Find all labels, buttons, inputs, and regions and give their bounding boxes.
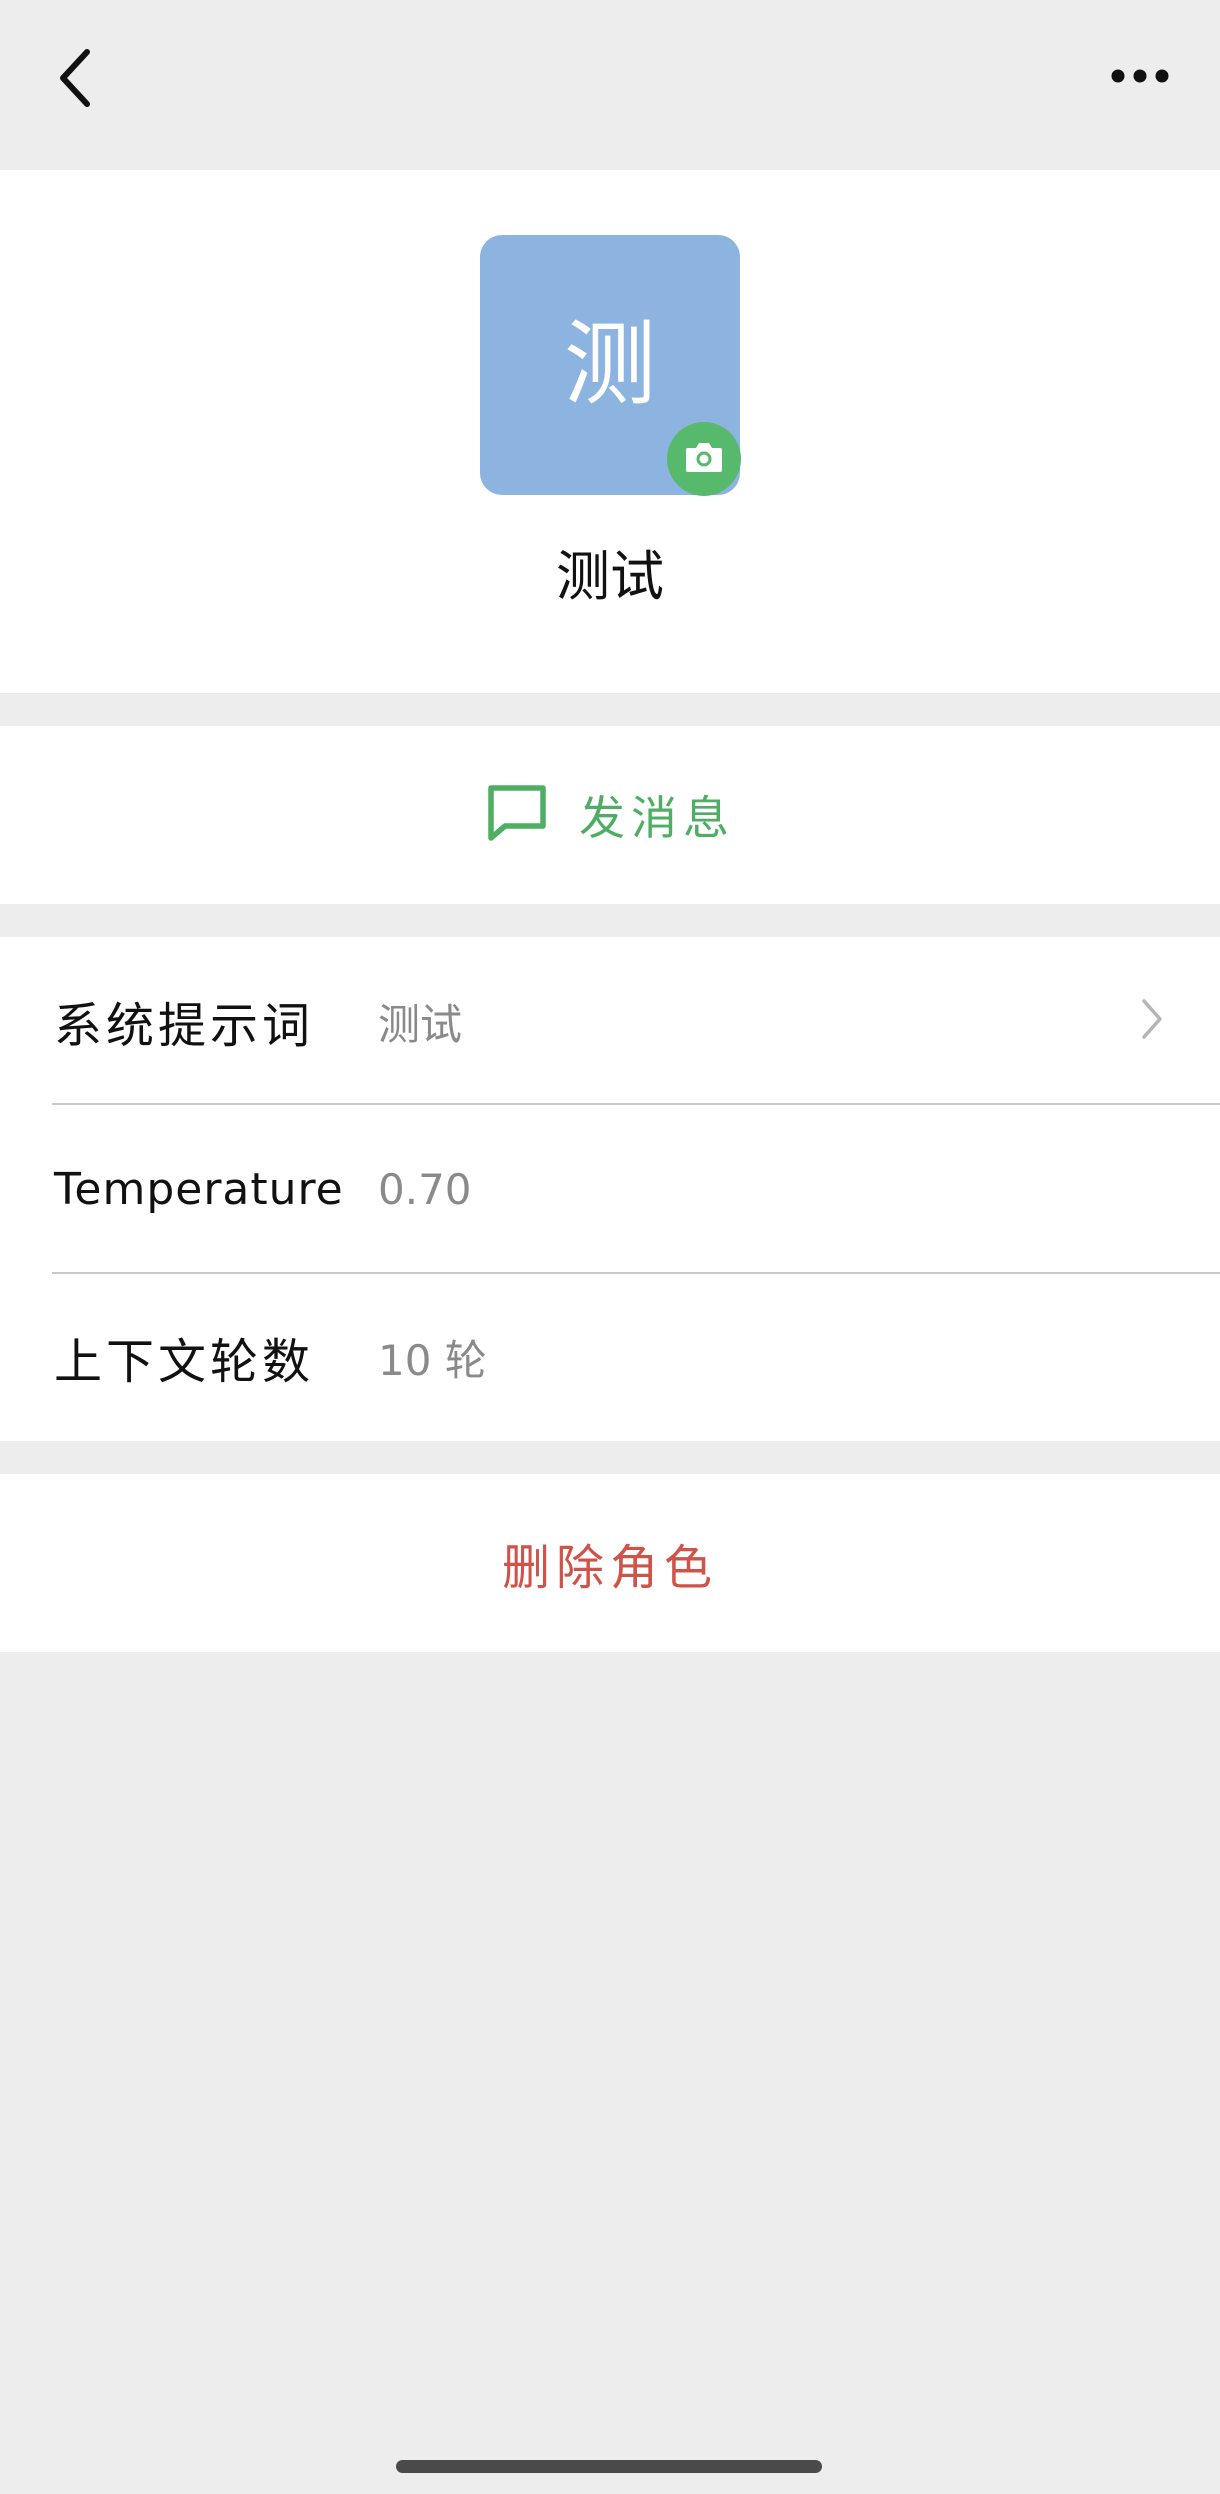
system-prompt-row[interactable]: 系统提示词 测试 [0, 937, 1220, 1105]
send-message-label: 发消息 [579, 791, 735, 845]
avatar[interactable]: 测 [480, 235, 741, 496]
context-rounds-value: 10 轮 [378, 1335, 487, 1385]
more-options-button[interactable] [1100, 48, 1180, 108]
message-square-icon [485, 782, 549, 848]
delete-character-label: 删除角色 [501, 1540, 718, 1596]
system-prompt-label: 系统提示词 [54, 998, 315, 1054]
profile-card: 测 测试 [0, 170, 1220, 693]
temperature-label: Temperature [54, 1163, 344, 1215]
send-message-button[interactable]: 发消息 [0, 726, 1220, 904]
delete-character-button[interactable]: 删除角色 [0, 1474, 1220, 1652]
camera-icon [684, 440, 724, 478]
back-button[interactable] [40, 40, 110, 120]
chevron-right-icon [1140, 997, 1164, 1045]
top-bar [0, 0, 1220, 170]
change-avatar-button[interactable] [667, 422, 741, 496]
context-rounds-row[interactable]: 上下文轮数 10 轮 [0, 1273, 1220, 1441]
send-message-content: 发消息 [485, 782, 735, 848]
chevron-left-icon [55, 46, 95, 114]
context-rounds-label: 上下文轮数 [54, 1334, 315, 1390]
temperature-value: 0.70 [378, 1164, 472, 1214]
profile-name: 测试 [556, 545, 664, 608]
system-prompt-value: 测试 [378, 999, 463, 1049]
avatar-letter: 测 [563, 311, 656, 418]
temperature-row[interactable]: Temperature 0.70 [0, 1105, 1220, 1273]
ellipsis-icon [1110, 68, 1170, 88]
settings-list: 系统提示词 测试 Temperature 0.70 上下文轮数 10 轮 [0, 937, 1220, 1441]
character-detail-screen: 测 测试 发消息 系统提示词 测试 Temperature 0.70 上下文轮数… [0, 0, 1220, 2494]
home-indicator[interactable] [396, 2460, 822, 2473]
